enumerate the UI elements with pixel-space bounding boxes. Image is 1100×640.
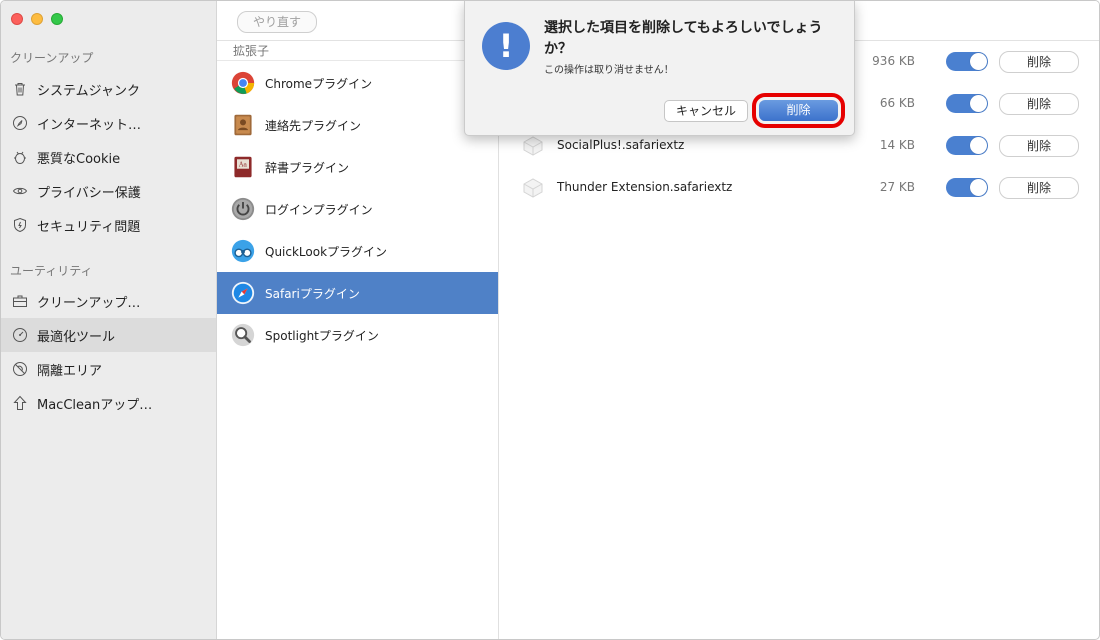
plugin-label: ログインプラグイン [265,202,373,217]
binoculars-icon [229,237,257,265]
extension-puzzle-icon [521,135,545,157]
extension-toggle[interactable] [946,178,988,197]
magnifier-icon [229,321,257,349]
zoom-window-button[interactable] [51,13,63,25]
sidebar-item-system-junk[interactable]: システムジャンク [1,72,216,106]
plugin-label: Safariプラグイン [265,286,360,301]
extension-toggle[interactable] [946,52,988,71]
dialog-message: この操作は取り消せません！ [544,65,674,76]
delete-button[interactable]: 削除 [999,177,1079,199]
sidebar-item-label: 悪質なCookie [37,151,121,167]
minimize-window-button[interactable] [31,13,43,25]
delete-button[interactable]: 削除 [999,135,1079,157]
redo-button[interactable]: やり直す [237,11,317,33]
trash-icon [11,80,29,98]
compass-icon [11,114,29,132]
plugin-label: QuickLookプラグイン [265,244,388,259]
extension-size: 27 KB [879,180,915,194]
sidebar: クリーンアップ システムジャンク インターネット… 悪質なCookie プライバ… [1,1,217,639]
section-label-utility: ユーティリティ [10,264,93,278]
sidebar-item-label: セキュリティ問題 [37,219,141,235]
extension-toggle[interactable] [946,94,988,113]
plugin-label: Chromeプラグイン [265,76,373,91]
eye-icon [11,182,29,200]
quarantine-icon [11,360,29,378]
upload-arrow-icon [11,394,29,412]
plugin-row-spotlight[interactable]: Spotlightプラグイン [217,314,498,356]
sidebar-item-macclean-update[interactable]: MacCleanアップ… [1,386,216,420]
power-icon [229,195,257,223]
delete-button[interactable]: 削除 [999,51,1079,73]
plugin-row-login[interactable]: ログインプラグイン [217,188,498,230]
sidebar-item-privacy[interactable]: プライバシー保護 [1,174,216,208]
extension-puzzle-icon [521,177,545,199]
sidebar-item-label: 最適化ツール [37,329,116,345]
close-window-button[interactable] [11,13,23,25]
shield-icon [11,216,29,234]
sidebar-item-label: クリーンアップ… [37,295,141,311]
confirm-delete-button[interactable]: 削除 [752,93,845,128]
plugin-list-header: 拡張子 [217,41,498,61]
gauge-icon [11,326,29,344]
chrome-icon [229,69,257,97]
sidebar-item-cookie[interactable]: 悪質なCookie [1,140,216,174]
delete-confirmation-dialog: ! 選択した項目を削除してもよろしいでしょうか？ この操作は取り消せません！ キ… [464,1,855,136]
plugin-label: 辞書プラグイン [265,160,350,175]
extension-size: 14 KB [879,138,915,152]
extension-toggle[interactable] [946,136,988,155]
sidebar-item-label: インターネット… [37,117,142,133]
extension-row: Thunder Extension.safariextz 27 KB 削除 [499,167,1099,209]
exclamation-icon: ! [482,22,530,70]
dictionary-icon: Aa [229,153,257,181]
sidebar-item-label: 隔離エリア [37,363,103,379]
svg-text:Aa: Aa [238,162,247,169]
plugin-row-chrome[interactable]: Chromeプラグイン [217,62,498,104]
plugin-row-safari[interactable]: Safariプラグイン [217,272,498,314]
sidebar-item-security[interactable]: セキュリティ問題 [1,208,216,242]
extension-name: Thunder Extension.safariextz [557,180,733,194]
plugin-row-quicklook[interactable]: QuickLookプラグイン [217,230,498,272]
cancel-button[interactable]: キャンセル [664,100,748,122]
plugin-row-contacts[interactable]: 連絡先プラグイン [217,104,498,146]
contacts-icon [229,111,257,139]
sidebar-item-internet[interactable]: インターネット… [1,106,216,140]
sidebar-item-label: MacCleanアップ… [37,397,153,413]
plugin-row-dictionary[interactable]: Aa 辞書プラグイン [217,146,498,188]
extension-name: SocialPlus!.safariextz [557,138,685,152]
window-controls [11,13,63,25]
sidebar-item-quarantine[interactable]: 隔離エリア [1,352,216,386]
bug-icon [11,148,29,166]
safari-icon [229,279,257,307]
delete-button[interactable]: 削除 [999,93,1079,115]
sidebar-item-label: システムジャンク [37,83,140,99]
briefcase-icon [11,292,29,310]
sidebar-item-cleanup-tools[interactable]: クリーンアップ… [1,284,216,318]
app-window: クリーンアップ システムジャンク インターネット… 悪質なCookie プライバ… [0,0,1100,640]
section-label-cleanup: クリーンアップ [10,51,94,65]
sidebar-item-label: プライバシー保護 [37,185,141,201]
dialog-title: 選択した項目を削除してもよろしいでしょうか？ [544,20,823,57]
plugin-category-list: 拡張子 Chromeプラグイン 連絡先プラグイン Aa 辞書プラグイン ログイン… [217,41,499,639]
sidebar-item-optimizer[interactable]: 最適化ツール [1,318,216,352]
plugin-label: 連絡先プラグイン [265,118,362,133]
plugin-label: Spotlightプラグイン [265,328,379,343]
